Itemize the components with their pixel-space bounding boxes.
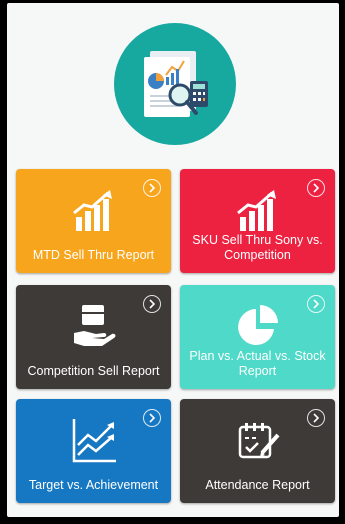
tile-competition-sell-report[interactable]: Competition Sell Report [16, 285, 171, 389]
chevron-right-icon[interactable] [143, 295, 161, 313]
bar-chart-growth-icon [70, 187, 118, 235]
tile-label: Competition Sell Report [27, 364, 160, 378]
tile-mtd-sell-thru-report[interactable]: MTD Sell Thru Report [16, 169, 171, 273]
report-analytics-icon [114, 23, 236, 145]
tile-label: Plan vs. Actual vs. Stock Report [189, 349, 326, 378]
box-in-hand-icon [70, 303, 118, 351]
chevron-right-icon[interactable] [307, 179, 325, 197]
chevron-right-icon[interactable] [307, 295, 325, 313]
tile-label: MTD Sell Thru Report [32, 248, 155, 262]
tile-label: Target vs. Achievement [28, 478, 159, 492]
tile-target-vs-achievement[interactable]: Target vs. Achievement [16, 399, 171, 503]
tile-label: Attendance Report [205, 478, 310, 492]
tile-sku-sell-thru[interactable]: SKU Sell Thru Sony vs. Competition [180, 169, 335, 273]
bar-chart-growth-icon [234, 187, 282, 235]
tile-label: SKU Sell Thru Sony vs. Competition [192, 233, 323, 262]
tile-plan-actual-stock[interactable]: Plan vs. Actual vs. Stock Report [180, 285, 335, 389]
chevron-right-icon[interactable] [307, 409, 325, 427]
trend-lines-icon [70, 417, 118, 465]
app-screen: MTD Sell Thru Report SKU Sell Thru Sony … [7, 3, 339, 517]
pie-chart-icon [234, 303, 282, 351]
tile-attendance-report[interactable]: Attendance Report [180, 399, 335, 503]
chevron-right-icon[interactable] [143, 409, 161, 427]
chevron-right-icon[interactable] [143, 179, 161, 197]
calendar-check-icon [234, 417, 282, 465]
